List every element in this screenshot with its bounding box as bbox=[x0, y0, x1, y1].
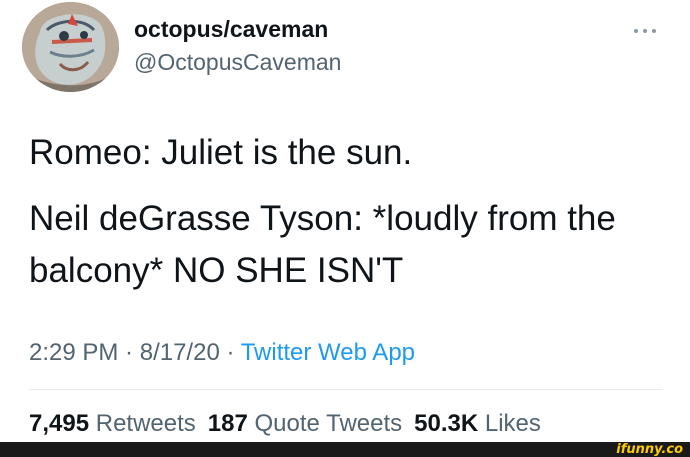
ifunny-watermark: ifunny.co bbox=[613, 442, 686, 457]
likes-stat[interactable]: 50.3K Likes bbox=[414, 410, 541, 437]
tweet-time[interactable]: 2:29 PM bbox=[29, 339, 118, 366]
display-name[interactable]: octopus/caveman bbox=[134, 16, 328, 43]
tweet-card: octopus/caveman @OctopusCaveman Romeo: J… bbox=[0, 0, 690, 457]
likes-count: 50.3K bbox=[414, 410, 479, 437]
retweets-label: Retweets bbox=[95, 410, 196, 437]
watermark-bar: ifunny.co bbox=[0, 442, 690, 457]
tweet-text-line: balcony* NO SHE ISN'T bbox=[29, 251, 404, 290]
meta-separator: · bbox=[219, 339, 241, 366]
avatar-image-icon bbox=[22, 2, 119, 92]
more-options-icon[interactable] bbox=[630, 24, 660, 38]
retweets-stat[interactable]: 7,495 Retweets bbox=[29, 410, 196, 437]
divider bbox=[29, 389, 663, 390]
retweets-count: 7,495 bbox=[29, 410, 90, 437]
user-handle[interactable]: @OctopusCaveman bbox=[134, 49, 341, 76]
quote-tweets-count: 187 bbox=[207, 410, 248, 437]
meta-separator: · bbox=[118, 339, 140, 366]
tweet-text-line: Neil deGrasse Tyson: *loudly from the bbox=[29, 199, 616, 238]
tweet-stats: 7,495 Retweets 187 Quote Tweets 50.3K Like… bbox=[29, 410, 541, 438]
tweet-meta: 2:29 PM · 8/17/20 · Twitter Web App bbox=[29, 339, 415, 367]
tweet-source-link[interactable]: Twitter Web App bbox=[241, 339, 415, 366]
quote-tweets-stat[interactable]: 187 Quote Tweets bbox=[208, 410, 402, 437]
tweet-text-line: Romeo: Juliet is the sun. bbox=[29, 133, 413, 172]
profile-avatar[interactable] bbox=[22, 2, 119, 92]
likes-label: Likes bbox=[484, 410, 541, 437]
tweet-date[interactable]: 8/17/20 bbox=[140, 339, 220, 366]
quote-tweets-label: Quote Tweets bbox=[254, 410, 403, 437]
